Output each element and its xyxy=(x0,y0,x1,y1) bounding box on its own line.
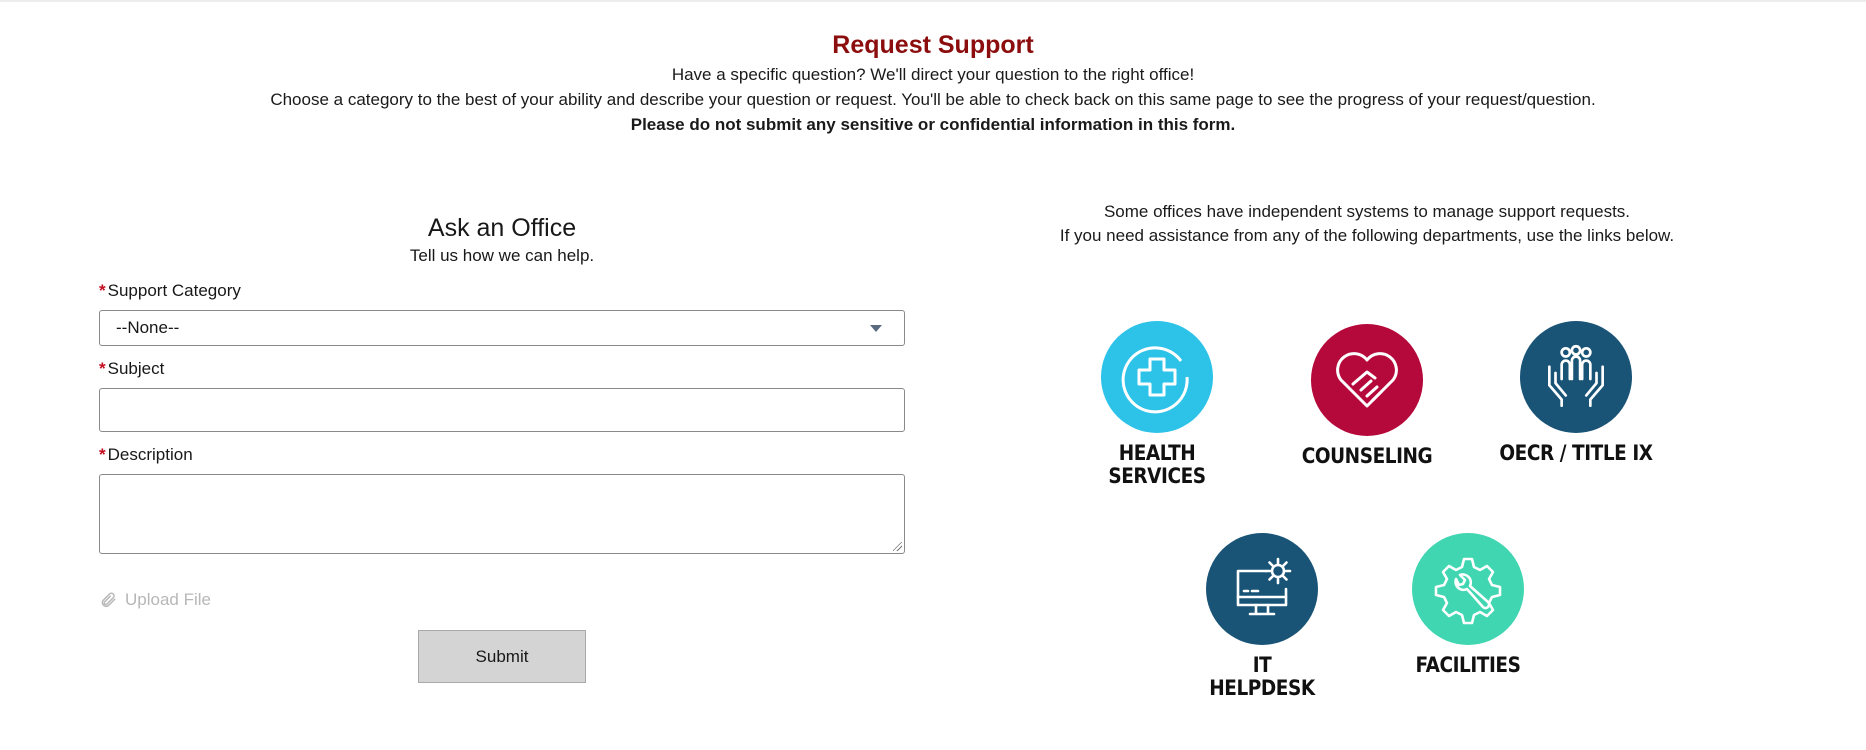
support-category-value: --None-- xyxy=(116,318,180,337)
top-divider xyxy=(0,0,1866,2)
department-icon-circle xyxy=(1101,321,1213,433)
department-label: IT HELPDESK xyxy=(1209,653,1315,700)
gear-wrench-icon xyxy=(1434,557,1502,625)
department-link-counseling[interactable]: COUNSELING xyxy=(1277,324,1457,468)
intro-text: Have a specific question? We'll direct y… xyxy=(671,65,1195,84)
confidentiality-warning: Please do not submit any sensitive or co… xyxy=(630,115,1236,134)
department-label: COUNSELING xyxy=(1301,444,1433,468)
ask-office-form: Ask an Office Tell us how we can help. *… xyxy=(99,212,905,683)
support-category-select[interactable]: --None-- xyxy=(99,310,905,346)
departments-intro-line2: If you need assistance from any of the f… xyxy=(1059,226,1675,245)
department-label: OECR / TITLE IX xyxy=(1499,441,1653,465)
subject-input[interactable] xyxy=(99,388,905,432)
department-icon-circle xyxy=(1206,533,1318,645)
department-link-it-helpdesk[interactable]: IT HELPDESK xyxy=(1172,533,1352,700)
required-marker: * xyxy=(99,281,106,300)
support-category-label: * Support Category xyxy=(99,281,241,300)
page-title: Request Support xyxy=(832,31,1034,59)
health-cross-icon xyxy=(1121,346,1189,414)
department-icon-circle xyxy=(1412,533,1524,645)
submit-button[interactable]: Submit xyxy=(418,630,586,683)
department-icon-circle xyxy=(1520,321,1632,433)
required-marker: * xyxy=(99,445,106,464)
paperclip-icon xyxy=(101,592,116,608)
instructions-text: Choose a category to the best of your ab… xyxy=(270,90,1596,109)
hands-people-icon xyxy=(1548,344,1604,408)
page-header: Request Support Have a specific question… xyxy=(0,28,1866,137)
heart-handshake-icon xyxy=(1336,352,1398,408)
upload-file-label: Upload File xyxy=(125,590,211,609)
department-icon-circle xyxy=(1311,324,1423,436)
monitor-gear-icon xyxy=(1236,557,1292,616)
departments-intro-line1: Some offices have independent systems to… xyxy=(1103,202,1631,221)
chevron-down-icon xyxy=(870,325,882,332)
form-title: Ask an Office xyxy=(427,214,577,242)
department-link-oecr-title-ix[interactable]: OECR / TITLE IX xyxy=(1486,321,1666,465)
subject-label: * Subject xyxy=(99,359,165,378)
department-label: HEALTH SERVICES xyxy=(1108,441,1206,488)
resize-handle[interactable] xyxy=(893,542,902,551)
required-marker: * xyxy=(99,359,106,378)
department-label: FACILITIES xyxy=(1415,653,1521,677)
department-link-facilities[interactable]: FACILITIES xyxy=(1378,533,1558,677)
departments-intro: Some offices have independent systems to… xyxy=(1010,200,1724,248)
description-label: * Description xyxy=(99,445,193,464)
description-textarea[interactable] xyxy=(99,474,905,554)
upload-file-link[interactable]: Upload File xyxy=(99,590,905,610)
department-link-health-services[interactable]: HEALTH SERVICES xyxy=(1067,321,1247,488)
form-subtitle: Tell us how we can help. xyxy=(409,246,595,265)
